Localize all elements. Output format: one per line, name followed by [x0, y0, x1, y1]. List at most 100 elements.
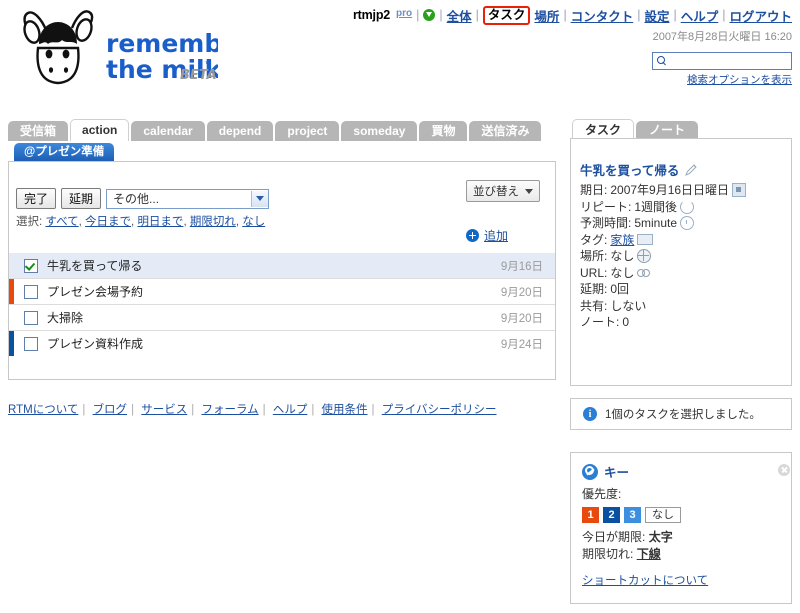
task-list: 牛乳を買って帰る 9月16日 プレゼン会場予約 9月20日 大掃除 9月20日 … [9, 253, 555, 356]
more-actions-select[interactable]: その他... [106, 188, 270, 209]
tab-someday[interactable]: someday [341, 121, 418, 141]
nav-separator: | [475, 8, 479, 22]
tab-project[interactable]: project [275, 121, 340, 141]
footer-link-forum[interactable]: フォーラム [201, 404, 258, 416]
detail-field-repeat: リピート: 1週間後 [580, 199, 780, 216]
select-all-link[interactable]: すべて [45, 216, 78, 228]
logo-beta: BETA [180, 68, 217, 83]
task-name[interactable]: 牛乳を買って帰る [47, 257, 501, 274]
task-checkbox-cell[interactable] [14, 258, 47, 273]
subtab-presentation-prep[interactable]: @プレゼン準備 [14, 143, 115, 161]
task-checkbox[interactable] [23, 284, 38, 299]
detail-label-notes: ノート: [580, 315, 620, 329]
logo-text-line1: remember [106, 29, 218, 58]
task-checkbox-cell[interactable] [14, 284, 47, 299]
footer-link-help[interactable]: ヘルプ [273, 404, 308, 416]
priority-2-badge: 2 [603, 507, 620, 523]
select-tomorrow-link[interactable]: 明日まで [137, 216, 183, 228]
priority-3-badge: 3 [624, 507, 641, 523]
link-icon[interactable] [637, 269, 652, 278]
task-checkbox-cell[interactable] [14, 336, 47, 351]
task-checkbox[interactable] [23, 310, 38, 325]
footer-link-services[interactable]: サービス [141, 404, 187, 416]
detail-field-url: URL: なし [580, 265, 780, 282]
top-navigation[interactable]: rtmjp2 pro | | 全体 | タスク 場所 | コンタクト | 設定 … [353, 5, 792, 25]
add-task-row[interactable]: 追加 [466, 227, 508, 244]
repeat-icon[interactable] [680, 199, 695, 214]
nav-item-help[interactable]: ヘルプ [681, 6, 719, 25]
sort-label: 並び替え [473, 186, 519, 198]
select-overdue-link[interactable]: 期限切れ [190, 216, 236, 228]
search-options-link[interactable]: 検索オプションを表示 [652, 72, 792, 87]
detail-tabs[interactable]: タスク ノート [572, 119, 700, 140]
pro-badge[interactable]: pro [396, 8, 412, 19]
nav-item-logout[interactable]: ログアウト [729, 6, 792, 25]
tab-action[interactable]: action [70, 119, 130, 141]
plus-icon [466, 229, 479, 242]
task-due-date: 9月24日 [500, 338, 543, 351]
page-header: remember the milk ™ BETA rtmjp2 pro | | … [0, 0, 800, 108]
tab-task[interactable]: タスク [572, 119, 635, 140]
tag-icon[interactable] [637, 234, 654, 246]
list-tabs[interactable]: 受信箱 action calendar depend project somed… [8, 117, 543, 141]
detail-value-tags[interactable]: 家族 [610, 232, 634, 249]
sort-button[interactable]: 並び替え [466, 180, 540, 202]
close-icon[interactable] [778, 464, 790, 476]
footer-links: RTMについて | ブログ | サービス | フォーラム | ヘルプ | 使用条件 | プラ… [8, 404, 497, 416]
tab-shopping[interactable]: 買物 [419, 121, 468, 141]
globe-icon[interactable] [637, 249, 652, 264]
priority-label: 優先度: [582, 487, 622, 501]
complete-button[interactable]: 完了 [16, 188, 57, 209]
nav-item-tasks-highlight[interactable]: タスク [482, 5, 531, 25]
detail-value-url: なし [610, 265, 635, 280]
nav-separator: | [637, 8, 641, 22]
nav-item-locations[interactable]: 場所 [534, 6, 559, 25]
green-arrow-icon[interactable] [423, 9, 436, 21]
pencil-icon[interactable] [684, 163, 698, 177]
nav-item-all[interactable]: 全体 [447, 6, 472, 25]
task-checkbox[interactable] [23, 258, 38, 273]
detail-label-postponed: 延期: [580, 282, 608, 296]
detail-label-due: 期日: [580, 183, 608, 197]
task-name[interactable]: プレゼン資料作成 [47, 335, 501, 352]
add-task-link[interactable]: 追加 [484, 227, 508, 244]
detail-task-title[interactable]: 牛乳を買って帰る [580, 160, 679, 179]
shortcut-link[interactable]: ショートカットについて [582, 573, 782, 590]
username-label: rtmjp2 [353, 8, 391, 22]
sub-tabs[interactable]: @プレゼン準備 [14, 143, 115, 161]
select-today-link[interactable]: 今日まで [85, 216, 131, 228]
detail-field-notes: ノート: 0 [580, 314, 780, 331]
tab-sent[interactable]: 送信済み [469, 121, 542, 141]
tab-calendar[interactable]: calendar [131, 121, 205, 141]
footer-link-blog[interactable]: ブログ [93, 404, 128, 416]
table-row[interactable]: プレゼン会場予約 9月20日 [9, 279, 555, 305]
search-box[interactable] [652, 52, 792, 70]
nav-item-settings[interactable]: 設定 [644, 6, 669, 25]
task-due-date: 9月20日 [500, 312, 543, 325]
calendar-icon[interactable] [732, 183, 747, 198]
table-row[interactable]: 牛乳を買って帰る 9月16日 [9, 253, 555, 279]
select-none-link[interactable]: なし [242, 216, 265, 228]
footer-link-terms[interactable]: 使用条件 [322, 404, 368, 416]
tab-inbox[interactable]: 受信箱 [8, 121, 69, 141]
tab-depend[interactable]: depend [206, 121, 274, 141]
detail-field-tags: タグ: 家族 [580, 232, 780, 249]
clock-icon[interactable] [680, 216, 695, 231]
task-checkbox[interactable] [23, 336, 38, 351]
table-row[interactable]: プレゼン資料作成 9月24日 [9, 331, 555, 356]
task-toolbar: 完了 延期 その他... [16, 188, 270, 209]
search-input[interactable] [669, 53, 785, 69]
task-name[interactable]: プレゼン会場予約 [47, 283, 501, 300]
logo[interactable]: remember the milk ™ BETA [8, 4, 218, 94]
nav-item-contacts[interactable]: コンタクト [571, 6, 634, 25]
key-panel-title: キー [604, 466, 630, 480]
nav-separator: | [416, 8, 420, 22]
footer-link-privacy[interactable]: プライバシーポリシー [382, 404, 497, 416]
task-name[interactable]: 大掃除 [47, 309, 501, 326]
task-checkbox-cell[interactable] [14, 310, 47, 325]
nav-item-tasks[interactable]: タスク [488, 8, 526, 22]
footer-link-about[interactable]: RTMについて [8, 404, 78, 416]
postpone-button[interactable]: 延期 [61, 188, 102, 209]
table-row[interactable]: 大掃除 9月20日 [9, 305, 555, 331]
task-due-date: 9月20日 [500, 286, 543, 299]
